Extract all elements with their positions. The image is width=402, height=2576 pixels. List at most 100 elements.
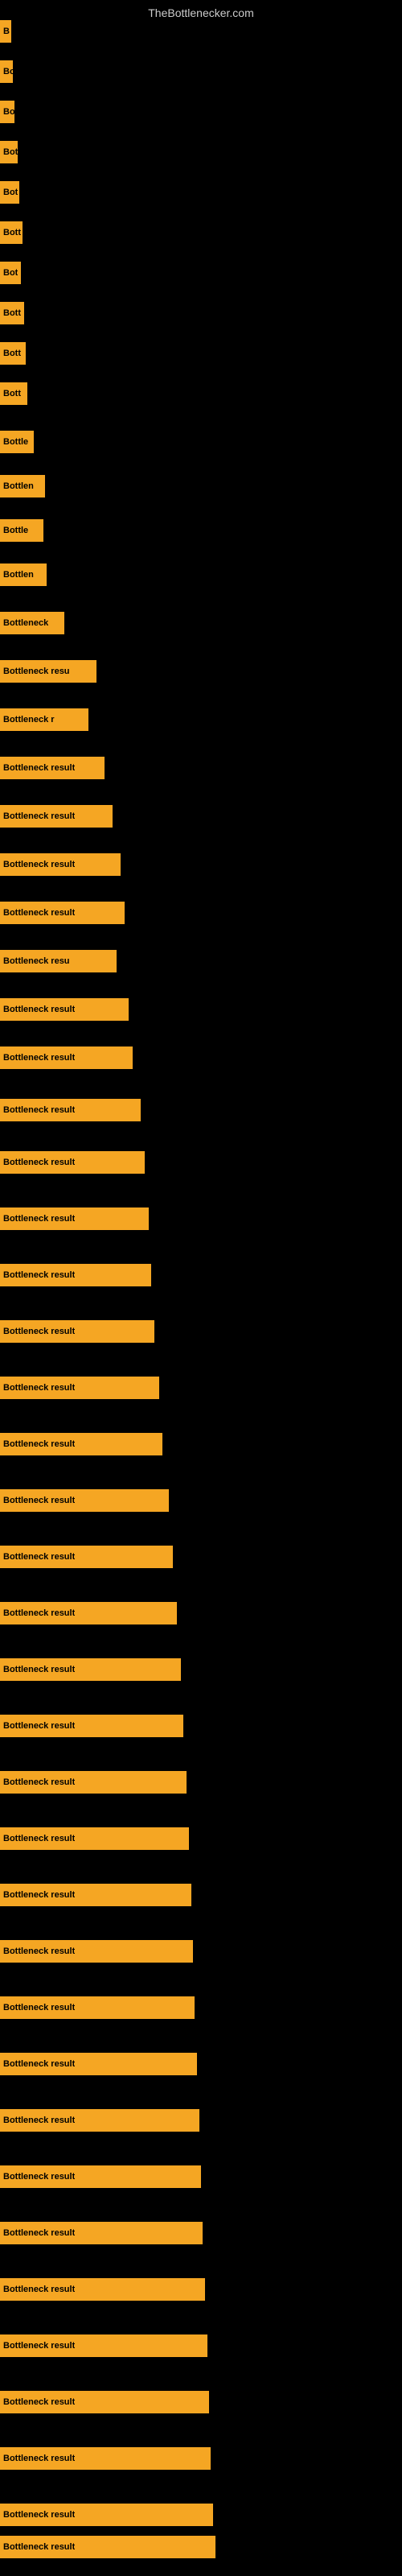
bar-label-50: Bottleneck result [3,2510,75,2520]
bar-label-37: Bottleneck result [3,1777,75,1787]
bar-item-29: Bottleneck result [0,1320,154,1343]
bar-item-4: Bot [0,141,18,163]
bar-label-7: Bot [3,268,18,278]
bar-label-1: B [3,27,10,36]
bar-item-43: Bottleneck result [0,2109,199,2132]
bar-label-46: Bottleneck result [3,2285,75,2294]
bar-label-30: Bottleneck result [3,1383,75,1393]
bar-item-5: Bot [0,181,19,204]
bar-item-10: Bott [0,382,27,405]
bar-label-45: Bottleneck result [3,2228,75,2238]
bar-item-36: Bottleneck result [0,1715,183,1737]
bar-item-6: Bott [0,221,23,244]
bar-item-45: Bottleneck result [0,2222,203,2244]
bar-item-32: Bottleneck result [0,1489,169,1512]
bar-label-13: Bottle [3,526,28,535]
bar-item-41: Bottleneck result [0,1996,195,2019]
bar-item-23: Bottleneck result [0,998,129,1021]
bar-label-28: Bottleneck result [3,1270,75,1280]
bar-label-17: Bottleneck r [3,715,55,724]
bar-item-40: Bottleneck result [0,1940,193,1963]
bar-label-44: Bottleneck result [3,2172,75,2182]
bar-label-34: Bottleneck result [3,1608,75,1618]
bar-item-51: Bottleneck result [0,2536,215,2558]
bar-item-22: Bottleneck resu [0,950,117,972]
bar-item-2: Bo [0,60,13,83]
bar-item-31: Bottleneck result [0,1433,162,1455]
bar-label-48: Bottleneck result [3,2397,75,2407]
bar-item-38: Bottleneck result [0,1827,189,1850]
bar-label-11: Bottle [3,437,28,447]
bar-item-8: Bott [0,302,24,324]
bar-label-38: Bottleneck result [3,1834,75,1843]
bar-item-44: Bottleneck result [0,2165,201,2188]
bar-item-9: Bott [0,342,26,365]
bar-label-9: Bott [3,349,21,358]
bar-label-18: Bottleneck result [3,763,75,773]
bar-item-20: Bottleneck result [0,853,121,876]
bar-label-27: Bottleneck result [3,1214,75,1224]
bar-item-13: Bottle [0,519,43,542]
bar-label-47: Bottleneck result [3,2341,75,2351]
bar-label-35: Bottleneck result [3,1665,75,1674]
bar-item-15: Bottleneck [0,612,64,634]
bar-item-16: Bottleneck resu [0,660,96,683]
bar-label-14: Bottlen [3,570,34,580]
bar-item-17: Bottleneck r [0,708,88,731]
bar-item-37: Bottleneck result [0,1771,187,1794]
bar-item-39: Bottleneck result [0,1884,191,1906]
bar-label-33: Bottleneck result [3,1552,75,1562]
bar-label-16: Bottleneck resu [3,667,70,676]
bar-label-15: Bottleneck [3,618,48,628]
bar-label-22: Bottleneck resu [3,956,70,966]
bar-item-1: B [0,20,11,43]
bar-label-40: Bottleneck result [3,1946,75,1956]
bar-item-14: Bottlen [0,564,47,586]
bar-label-39: Bottleneck result [3,1890,75,1900]
bar-item-42: Bottleneck result [0,2053,197,2075]
bar-label-32: Bottleneck result [3,1496,75,1505]
bar-item-35: Bottleneck result [0,1658,181,1681]
bar-item-34: Bottleneck result [0,1602,177,1624]
bar-label-31: Bottleneck result [3,1439,75,1449]
bar-item-46: Bottleneck result [0,2278,205,2301]
bar-label-8: Bott [3,308,21,318]
bar-label-25: Bottleneck result [3,1105,75,1115]
bar-label-3: Bo [3,107,14,117]
bar-item-27: Bottleneck result [0,1208,149,1230]
bar-label-2: Bo [3,67,13,76]
site-title: TheBottlenecker.com [0,0,402,26]
bar-item-12: Bottlen [0,475,45,497]
bar-label-36: Bottleneck result [3,1721,75,1731]
bar-item-33: Bottleneck result [0,1546,173,1568]
bar-label-41: Bottleneck result [3,2003,75,2013]
bar-label-10: Bott [3,389,21,398]
bar-label-51: Bottleneck result [3,2542,75,2552]
bar-label-5: Bot [3,188,18,197]
bar-label-6: Bott [3,228,21,237]
bar-label-4: Bot [3,147,18,157]
bar-item-50: Bottleneck result [0,2504,213,2526]
bar-label-21: Bottleneck result [3,908,75,918]
bar-item-48: Bottleneck result [0,2391,209,2413]
bar-item-30: Bottleneck result [0,1377,159,1399]
bar-label-29: Bottleneck result [3,1327,75,1336]
bar-label-12: Bottlen [3,481,34,491]
bar-item-18: Bottleneck result [0,757,105,779]
bar-item-28: Bottleneck result [0,1264,151,1286]
bar-item-7: Bot [0,262,21,284]
bar-label-23: Bottleneck result [3,1005,75,1014]
bar-label-26: Bottleneck result [3,1158,75,1167]
bar-label-20: Bottleneck result [3,860,75,869]
bar-item-11: Bottle [0,431,34,453]
bar-item-21: Bottleneck result [0,902,125,924]
bar-label-49: Bottleneck result [3,2454,75,2463]
bar-item-49: Bottleneck result [0,2447,211,2470]
bar-item-3: Bo [0,101,14,123]
bar-item-47: Bottleneck result [0,2334,207,2357]
bar-item-24: Bottleneck result [0,1046,133,1069]
bar-item-26: Bottleneck result [0,1151,145,1174]
bar-item-19: Bottleneck result [0,805,113,828]
bar-item-25: Bottleneck result [0,1099,141,1121]
bar-label-42: Bottleneck result [3,2059,75,2069]
